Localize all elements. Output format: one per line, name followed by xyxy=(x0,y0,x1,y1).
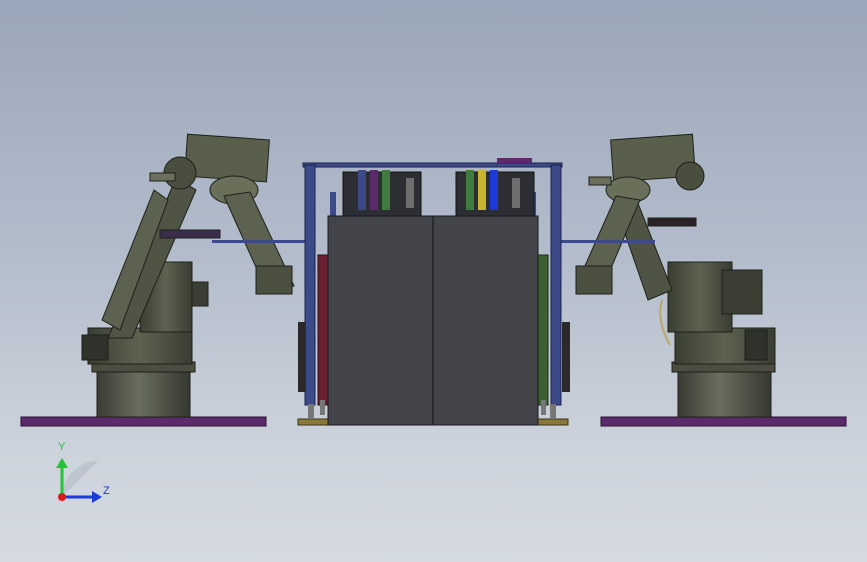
coordinate-triad xyxy=(56,458,102,503)
central-station[interactable] xyxy=(298,158,570,426)
left-robot[interactable] xyxy=(81,133,307,418)
right-robot[interactable] xyxy=(560,133,776,418)
y-axis-label: Y xyxy=(58,441,66,453)
z-axis-label: Z xyxy=(103,485,110,497)
right-floor-plate xyxy=(600,416,847,427)
assembly-model[interactable] xyxy=(0,0,867,562)
cad-viewport[interactable]: Y Z xyxy=(0,0,867,562)
left-floor-plate xyxy=(20,416,267,427)
